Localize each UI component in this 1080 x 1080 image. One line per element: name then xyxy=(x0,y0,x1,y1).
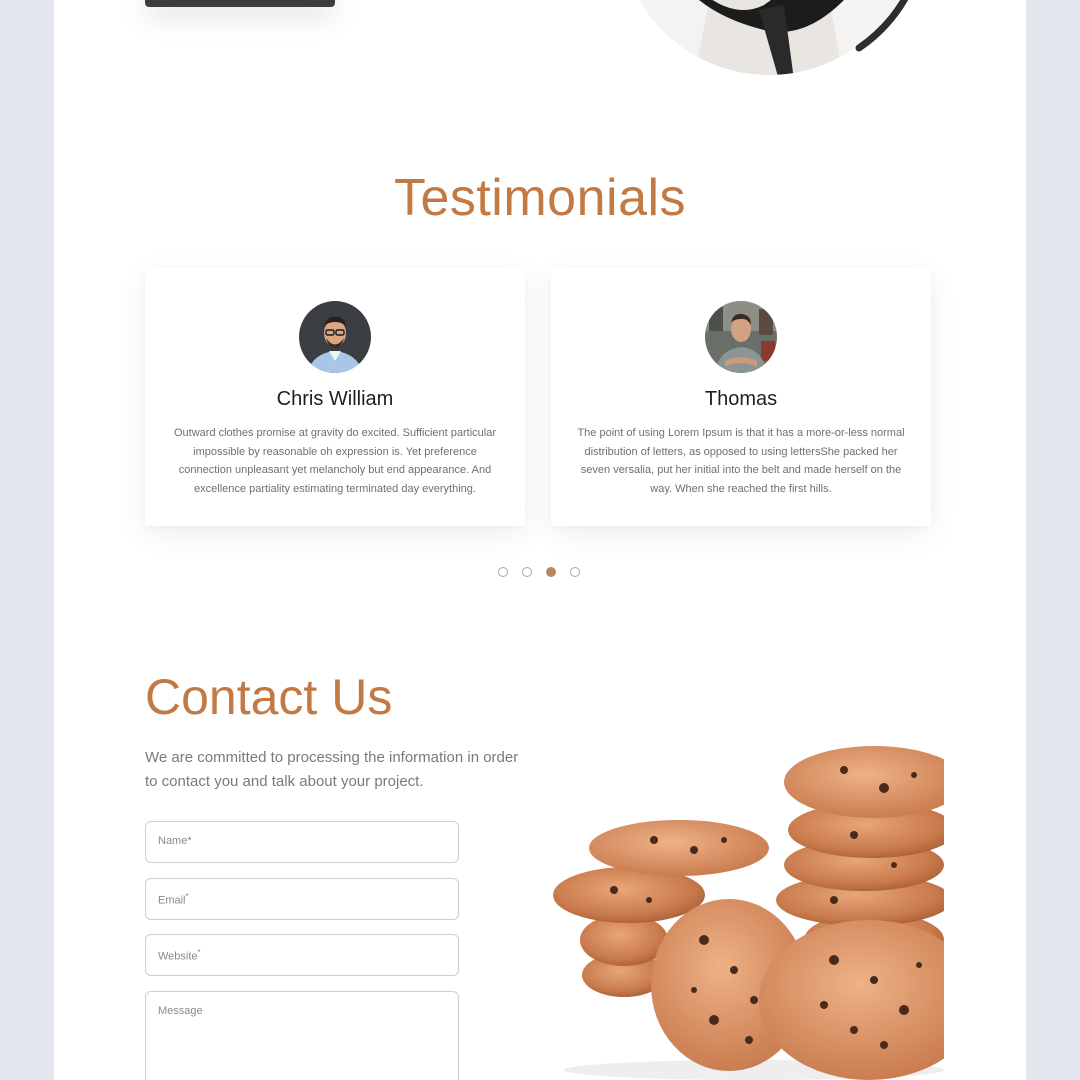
required-mark: * xyxy=(197,948,201,957)
testimonial-text: The point of using Lorem Ipsum is that i… xyxy=(577,427,905,495)
testimonials-title: Testimonials xyxy=(393,169,687,227)
testimonial-name: Chris William xyxy=(276,388,394,410)
carousel-dot[interactable] xyxy=(522,567,532,577)
email-field[interactable]: Email* xyxy=(145,878,459,920)
testimonial-text: Outward clothes promise at gravity do ex… xyxy=(173,427,496,495)
cookies-image xyxy=(553,746,944,1080)
page: Testimonials Chris William Outward cloth… xyxy=(54,0,1026,1080)
avatar-thomas xyxy=(705,301,777,373)
carousel-dot[interactable] xyxy=(570,567,580,577)
testimonial-card: Chris William Outward clothes promise at… xyxy=(145,268,525,526)
message-field[interactable]: Message xyxy=(145,991,459,1080)
carousel-dot[interactable] xyxy=(498,567,508,577)
hero-button[interactable] xyxy=(145,0,335,7)
avatar-chris-william xyxy=(299,301,371,373)
name-placeholder: Name xyxy=(158,835,188,847)
required-mark: * xyxy=(185,892,189,901)
message-placeholder: Message xyxy=(158,1005,203,1017)
carousel-dot-active[interactable] xyxy=(546,567,556,577)
carousel-pagination xyxy=(498,567,580,577)
name-field[interactable]: Name* xyxy=(145,821,459,863)
website-field[interactable]: Website* xyxy=(145,934,459,976)
hero-portrait-image xyxy=(619,0,919,75)
testimonial-name: Thomas xyxy=(704,388,778,410)
testimonial-card: Thomas The point of using Lorem Ipsum is… xyxy=(551,268,931,526)
website-placeholder: Website xyxy=(158,950,198,963)
contact-description: We are committed to processing the infor… xyxy=(145,749,519,790)
contact-title: Contact Us xyxy=(145,669,393,725)
email-placeholder: Email xyxy=(158,894,186,907)
required-mark: * xyxy=(187,835,192,847)
